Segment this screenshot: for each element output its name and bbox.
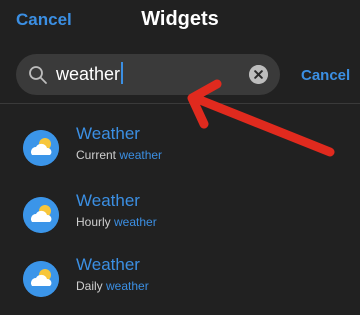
result-title: Weather <box>76 255 140 274</box>
text-caret <box>121 62 124 85</box>
top-bar: Cancel Widgets <box>0 0 360 44</box>
weather-app-icon <box>23 197 59 233</box>
result-subtitle-match: weather <box>106 279 149 293</box>
search-icon <box>29 66 47 84</box>
result-subtitle-match: weather <box>114 215 157 229</box>
search-cancel-button[interactable]: Cancel <box>301 67 350 84</box>
weather-app-icon <box>23 261 59 297</box>
weather-app-icon <box>23 130 59 166</box>
result-subtitle-prefix: Current <box>76 148 120 162</box>
result-subtitle-prefix: Hourly <box>76 215 115 229</box>
result-item-daily-weather[interactable]: Weather Daily weather <box>0 255 360 315</box>
result-title: Weather <box>76 124 140 143</box>
result-title: Weather <box>76 191 140 210</box>
result-item-hourly-weather[interactable]: Weather Hourly weather <box>0 191 360 251</box>
divider <box>0 103 360 104</box>
search-input[interactable]: weather <box>56 62 124 86</box>
search-field[interactable]: weather <box>16 54 280 95</box>
result-subtitle: Hourly weather <box>76 215 157 229</box>
page-title: Widgets <box>141 8 219 30</box>
result-item-current-weather[interactable]: Weather Current weather <box>0 124 360 184</box>
result-subtitle: Current weather <box>76 148 162 162</box>
result-subtitle: Daily weather <box>76 279 149 293</box>
result-subtitle-prefix: Daily <box>76 279 107 293</box>
search-input-value: weather <box>56 64 121 84</box>
result-subtitle-match: weather <box>119 148 163 162</box>
clear-icon[interactable] <box>249 65 268 84</box>
